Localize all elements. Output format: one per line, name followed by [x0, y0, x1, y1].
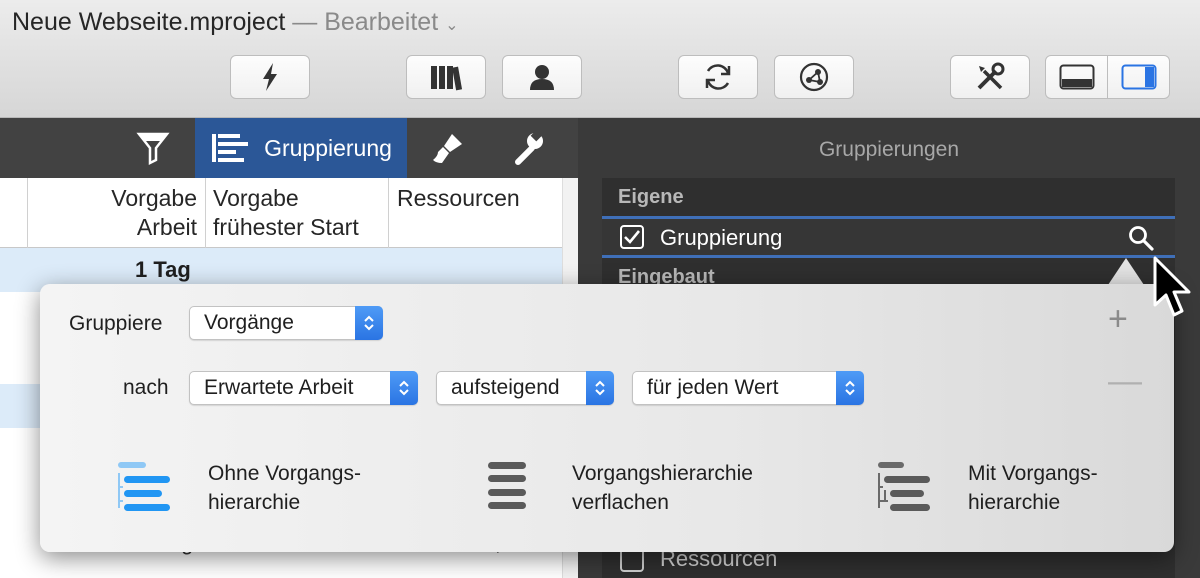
- updown-chevron-icon: [390, 371, 418, 405]
- refresh-icon: [705, 64, 731, 90]
- group-select[interactable]: Vorgänge: [189, 306, 383, 340]
- tab-filter[interactable]: [120, 118, 186, 178]
- brush-icon: [433, 134, 462, 163]
- checkmark-icon: [624, 230, 641, 244]
- sidebar-title: Gruppierungen: [818, 138, 960, 161]
- column-header-start[interactable]: Vorgabe frühester Start: [205, 178, 388, 248]
- option-no-hierarchy[interactable]: Ohne Vorgangs- hierarchie: [208, 459, 361, 517]
- bottom-panel-icon: [1059, 64, 1094, 90]
- section-header-own: Eigene: [618, 186, 684, 208]
- chevron-down-icon[interactable]: ⌄: [445, 17, 458, 34]
- customize-button[interactable]: [950, 55, 1030, 99]
- mouse-cursor-icon: [1153, 256, 1191, 317]
- document-name: Neue Webseite.mproject: [12, 8, 286, 36]
- resources-button[interactable]: [502, 55, 582, 99]
- mode-select[interactable]: für jeden Wert: [632, 371, 864, 405]
- grouping-icon: [212, 134, 249, 162]
- tools-icon: [977, 62, 1005, 90]
- tab-styles[interactable]: [415, 118, 481, 178]
- table-header: Vorgabe Arbeit Vorgabe frühester Start R…: [0, 178, 578, 248]
- person-icon: [530, 65, 554, 90]
- wrench-icon: [515, 130, 544, 165]
- grouping-item-label: Gruppierung: [660, 225, 783, 250]
- updown-chevron-icon: [836, 371, 864, 405]
- sidebar-toggle[interactable]: [1107, 56, 1169, 98]
- grouping-checkbox[interactable]: [620, 225, 644, 249]
- field-select[interactable]: Erwartete Arbeit: [189, 371, 418, 405]
- sync-button[interactable]: [678, 55, 758, 99]
- grouping-item-selected[interactable]: Gruppierung: [602, 216, 1175, 258]
- column-header-work[interactable]: Vorgabe Arbeit: [27, 178, 205, 248]
- bottom-panel-toggle[interactable]: [1046, 56, 1107, 98]
- option-with-hierarchy[interactable]: Mit Vorgangs- hierarchie: [968, 459, 1098, 517]
- window-title: Neue Webseite.mproject — Bearbeitet ⌄: [12, 8, 459, 36]
- document-status[interactable]: Bearbeitet: [324, 8, 438, 36]
- popover-arrow: [1108, 258, 1144, 285]
- window-toolbar: Neue Webseite.mproject — Bearbeitet ⌄: [0, 0, 1200, 118]
- library-button[interactable]: [406, 55, 486, 99]
- network-icon: [799, 62, 829, 92]
- lightning-icon: [263, 63, 277, 91]
- no-hierarchy-icon[interactable]: [116, 460, 172, 514]
- inspector-tab-bar: Gruppierung: [0, 118, 578, 178]
- filter-icon: [136, 132, 170, 166]
- add-rule-button[interactable]: +: [1108, 300, 1128, 339]
- option-flatten-hierarchy[interactable]: Vorgangshierarchie verflachen: [572, 459, 753, 517]
- quick-actions-button[interactable]: [230, 55, 310, 99]
- group-label: Gruppiere: [69, 312, 163, 335]
- work-value: 1 Tag: [135, 257, 191, 282]
- tab-grouping-label: Gruppierung: [264, 134, 392, 161]
- view-toggle-segmented: [1045, 55, 1170, 99]
- remove-rule-button[interactable]: —: [1108, 362, 1142, 401]
- updown-chevron-icon: [355, 306, 383, 340]
- by-label: nach: [123, 376, 169, 399]
- column-header-resources[interactable]: Ressourcen: [388, 178, 558, 248]
- updown-chevron-icon: [586, 371, 614, 405]
- books-icon: [431, 66, 463, 91]
- grouping-popover: Gruppiere Vorgänge nach Erwartete Arbeit…: [40, 284, 1174, 552]
- flatten-hierarchy-icon[interactable]: [486, 460, 528, 512]
- tab-settings[interactable]: [495, 118, 561, 178]
- network-button[interactable]: [774, 55, 854, 99]
- sidebar-panel-icon: [1121, 64, 1156, 90]
- with-hierarchy-icon[interactable]: [876, 460, 932, 514]
- search-icon[interactable]: [1127, 224, 1155, 252]
- order-select[interactable]: aufsteigend: [436, 371, 614, 405]
- tab-grouping[interactable]: Gruppierung: [195, 118, 407, 178]
